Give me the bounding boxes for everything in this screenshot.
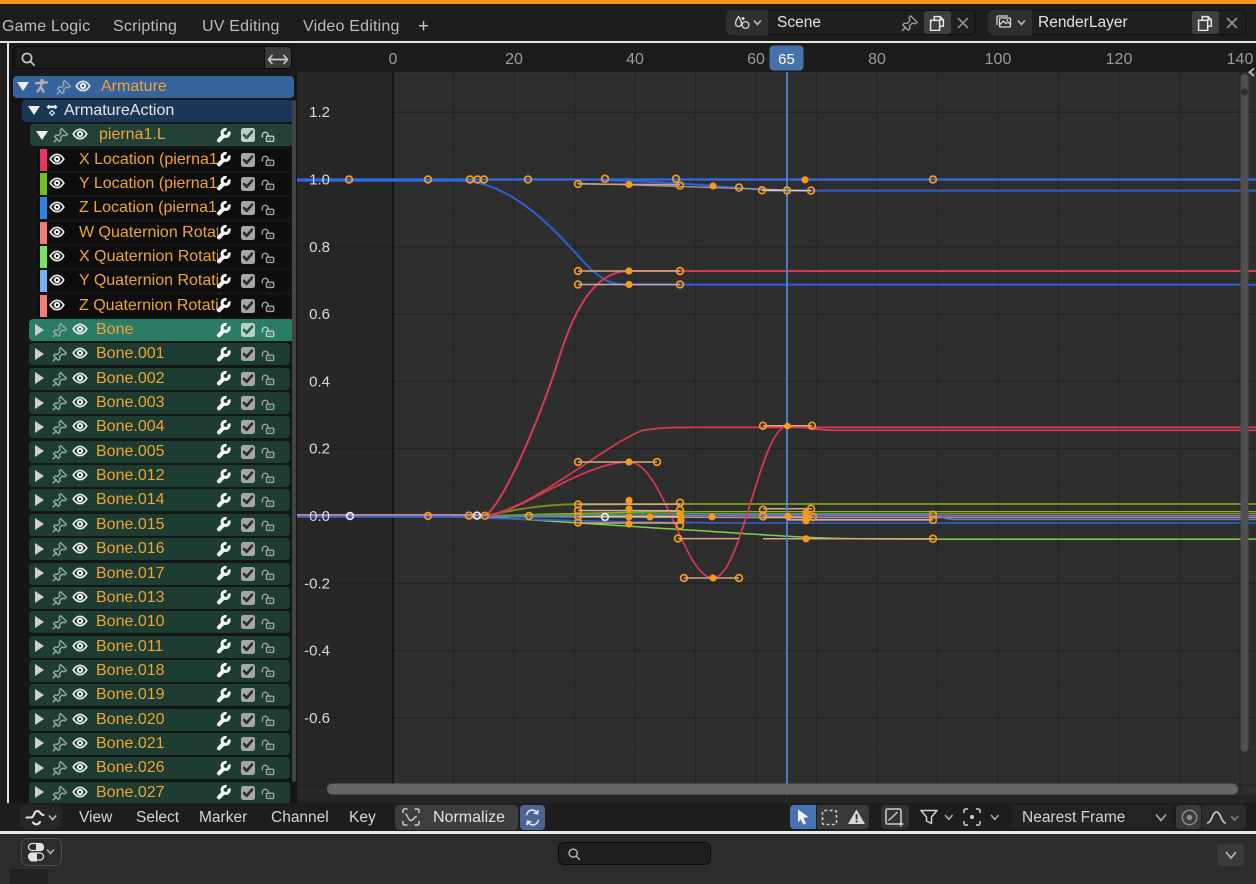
svg-text:0.8: 0.8 [309, 239, 330, 256]
svg-text:0.0: 0.0 [309, 508, 330, 525]
svg-text:0.6: 0.6 [309, 306, 330, 323]
svg-text:60: 60 [747, 51, 765, 68]
svg-text:65: 65 [778, 51, 795, 68]
svg-text:40: 40 [626, 51, 644, 68]
svg-text:80: 80 [868, 51, 886, 68]
svg-text:20: 20 [505, 51, 523, 68]
svg-text:0: 0 [389, 51, 398, 68]
svg-text:-0.6: -0.6 [304, 710, 330, 727]
svg-text:1.2: 1.2 [309, 104, 330, 121]
svg-text:1.0: 1.0 [309, 172, 330, 189]
svg-text:0.4: 0.4 [309, 373, 330, 390]
svg-text:-0.2: -0.2 [304, 575, 330, 592]
svg-text:100: 100 [985, 51, 1012, 68]
svg-text:140: 140 [1227, 51, 1254, 68]
svg-text:120: 120 [1106, 51, 1133, 68]
svg-text:0.2: 0.2 [309, 441, 330, 458]
svg-text:-0.4: -0.4 [304, 643, 330, 660]
